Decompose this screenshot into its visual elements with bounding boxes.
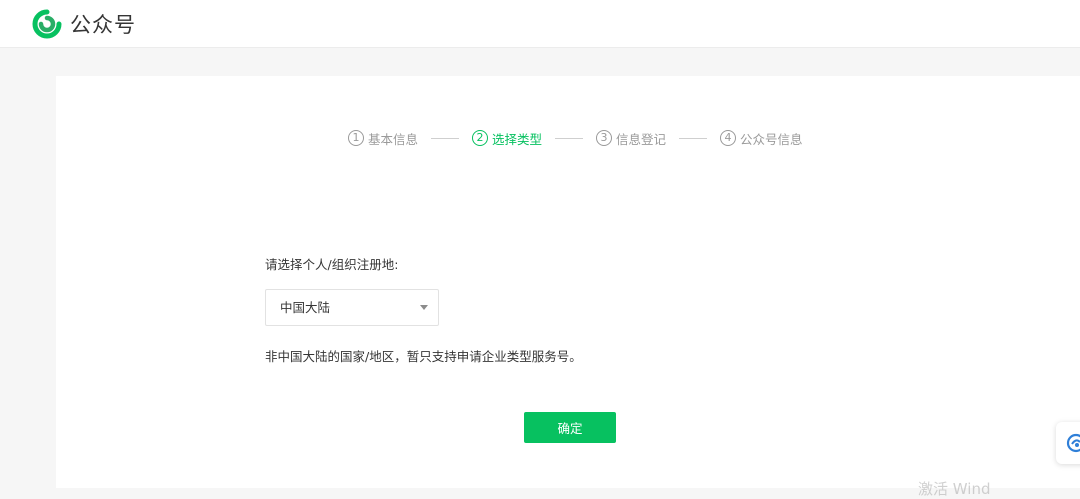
step-number: 4 [720, 130, 737, 146]
region-select-value: 中国大陆 [280, 300, 331, 315]
caret-down-icon [420, 305, 428, 310]
step-number: 2 [472, 130, 489, 146]
top-header: 公众号 [0, 0, 1080, 48]
brand-logo[interactable]: 公众号 [32, 9, 136, 39]
region-label: 请选择个人/组织注册地: [265, 257, 399, 272]
region-hint: 非中国大陆的国家/地区，暂只支持申请企业类型服务号。 [265, 349, 582, 364]
step-label: 选择类型 [492, 131, 543, 147]
step-divider [431, 137, 460, 139]
step-divider [555, 137, 584, 139]
step-select-type: 2 选择类型 [472, 129, 542, 148]
activation-watermark: 激活 Wind [918, 480, 991, 498]
step-registration: 3 信息登记 [596, 129, 666, 148]
floating-assistant[interactable] [1056, 422, 1080, 464]
brand-name: 公众号 [70, 13, 136, 37]
logo-icon [32, 9, 62, 39]
step-divider [679, 137, 708, 139]
main-card: 1 基本信息 2 选择类型 3 信息登记 4 公众号信息 请选择个人/组织注册地… [56, 76, 1080, 488]
step-label: 信息登记 [616, 131, 667, 147]
region-select[interactable]: 中国大陆 [265, 289, 439, 326]
step-basic-info: 1 基本信息 [348, 129, 418, 148]
floating-assistant-icon [1066, 433, 1080, 453]
step-number: 1 [348, 130, 364, 146]
step-label: 基本信息 [368, 131, 419, 147]
step-number: 3 [596, 130, 613, 146]
step-label: 公众号信息 [740, 131, 803, 147]
progress-steps: 1 基本信息 2 选择类型 3 信息登记 4 公众号信息 [348, 129, 803, 147]
step-account-info: 4 公众号信息 [720, 129, 803, 148]
confirm-button[interactable]: 确定 [524, 412, 616, 443]
